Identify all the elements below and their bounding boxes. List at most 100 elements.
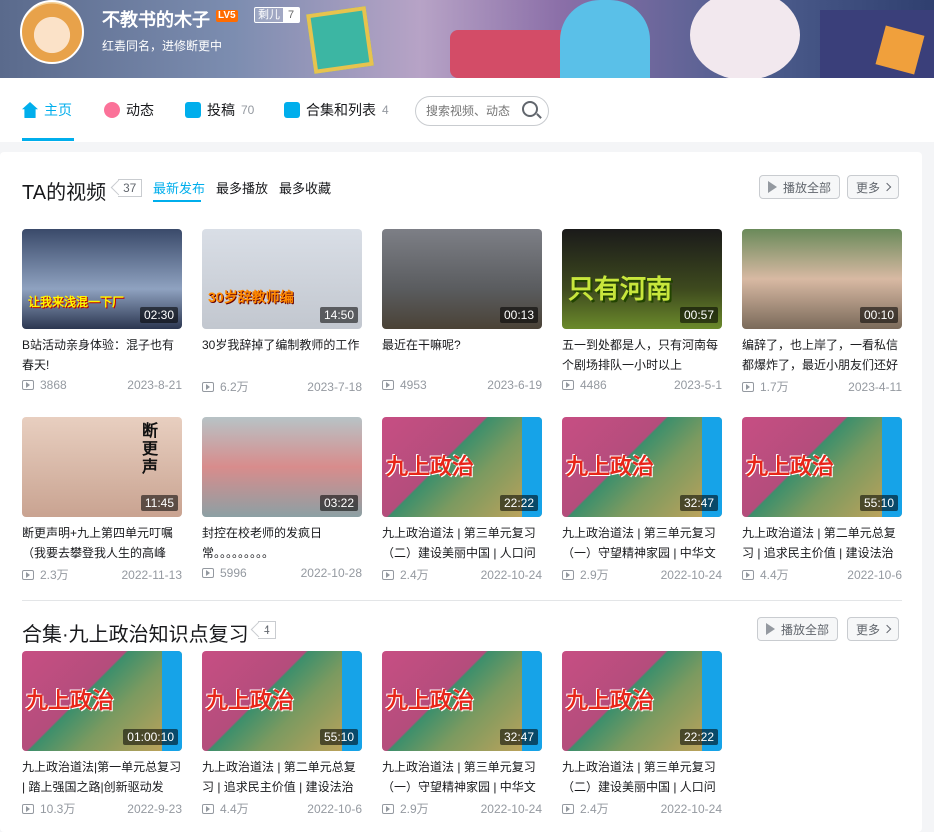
thumbnail-caption: 断更声 — [142, 423, 159, 476]
video-title[interactable]: 五一到处都是人，只有河南每个剧场排队一小时以上 — [562, 335, 722, 375]
collection-play-all-button[interactable]: 播放全部 — [757, 617, 839, 641]
avatar[interactable] — [20, 0, 84, 64]
video-thumbnail[interactable]: 九上政治 01:00:10 — [22, 651, 182, 751]
video-title[interactable]: 九上政治道法 | 第三单元复习（二）建设美丽中国 | 人口问 — [382, 523, 542, 563]
fans-medal[interactable]: 剩儿 7 — [254, 7, 301, 23]
video-title[interactable]: B站活动亲身体验：混子也有春天! — [22, 335, 182, 375]
tab-uploads[interactable]: 投稿 70 — [185, 99, 254, 121]
video-duration: 00:57 — [679, 307, 718, 323]
play-count-icon — [22, 380, 34, 390]
video-title[interactable]: 九上政治道法 | 第三单元复习（一）守望精神家园 | 中华文 — [562, 523, 722, 563]
more-label: 更多 — [856, 180, 881, 195]
video-thumbnail[interactable]: 00:10 — [742, 229, 902, 329]
play-count: 6.2万 — [220, 380, 249, 394]
video-title[interactable]: 编辞了，也上岸了，一看私信都爆炸了，最近小朋友们还好 — [742, 335, 902, 375]
thumbnail-caption: 九上政治 — [566, 688, 655, 713]
dynamics-icon — [104, 102, 120, 118]
video-duration: 03:22 — [319, 495, 358, 511]
video-duration: 00:10 — [859, 307, 898, 323]
video-thumbnail[interactable]: 断更声 11:45 — [22, 417, 182, 517]
video-title[interactable]: 封控在校老师的发疯日常。。。。。。。。。 — [202, 523, 362, 563]
search-icon[interactable] — [522, 101, 538, 117]
video-duration: 32:47 — [679, 495, 718, 511]
video-title[interactable]: 九上政治道法 | 第三单元复习（一）守望精神家园 | 中华文 — [382, 757, 542, 797]
upload-date: 2022-10-28 — [300, 566, 362, 580]
tab-dynamics[interactable]: 动态 — [104, 99, 154, 121]
collection-icon — [284, 102, 300, 118]
tab-uploads-label: 投稿 — [207, 102, 235, 118]
play-count: 2.3万 — [40, 568, 69, 582]
play-count: 4953 — [400, 378, 427, 392]
video-title[interactable]: 最近在干嘛呢? — [382, 335, 542, 375]
section-divider — [22, 600, 902, 601]
video-thumbnail[interactable]: 只有河南 00:57 — [562, 229, 722, 329]
tab-home[interactable]: 主页 — [22, 99, 72, 121]
play-count-icon — [562, 803, 574, 814]
video-meta: 6.2万 2023-7-18 — [202, 378, 362, 395]
video-meta: 2.4万 2022-10-24 — [382, 566, 542, 583]
upload-date: 2022-10-24 — [480, 801, 542, 816]
video-thumbnail[interactable]: 九上政治 55:10 — [742, 417, 902, 517]
collection-play-all-label: 播放全部 — [781, 622, 830, 637]
play-count-icon — [22, 803, 34, 814]
video-meta: 4.4万 2022-10-6 — [202, 800, 362, 817]
upload-date: 2022-9-23 — [127, 801, 182, 816]
video-title[interactable]: 断更声明+九上第四单元叮嘱（我要去攀登我人生的高峰 — [22, 523, 182, 563]
play-count: 10.3万 — [40, 802, 76, 816]
play-count-icon — [562, 380, 574, 390]
video-thumbnail[interactable]: 九上政治 22:22 — [562, 651, 722, 751]
thumbnail-caption: 九上政治 — [26, 688, 115, 713]
video-title[interactable]: 30岁我辞掉了编制教师的工作 — [202, 335, 362, 375]
thumbnail-caption: 九上政治 — [746, 454, 835, 479]
tab-dynamics-label: 动态 — [126, 102, 154, 118]
tab-collections[interactable]: 合集和列表 4 — [284, 99, 389, 121]
video-title[interactable]: 九上政治道法 | 第三单元复习（二）建设美丽中国 | 人口问 — [562, 757, 722, 797]
video-thumbnail[interactable]: 30岁辞教师编 14:50 — [202, 229, 362, 329]
play-count-icon — [382, 380, 394, 390]
tab-collections-count: 4 — [382, 103, 389, 117]
upload-date: 2023-6-19 — [487, 378, 542, 392]
video-meta: 4.4万 2022-10-6 — [742, 566, 902, 583]
video-duration: 14:50 — [319, 307, 358, 323]
collection-more-button[interactable]: 更多 — [847, 617, 900, 641]
thumbnail-caption: 九上政治 — [206, 688, 295, 713]
tab-most-played[interactable]: 最多播放 — [216, 178, 268, 197]
video-title[interactable]: 九上政治道法 | 第二单元总复习 | 追求民主价值 | 建设法治 — [742, 523, 902, 563]
upload-date: 2022-11-13 — [121, 567, 183, 582]
videos-section-title: TA的视频 — [22, 182, 107, 204]
play-all-button[interactable]: 播放全部 — [759, 175, 841, 199]
upload-date: 2022-10-24 — [660, 567, 722, 582]
video-thumbnail[interactable]: 03:22 — [202, 417, 362, 517]
video-title[interactable]: 九上政治道法 | 第二单元总复习 | 追求民主价值 | 建设法治 — [202, 757, 362, 797]
video-thumbnail[interactable]: 00:13 — [382, 229, 542, 329]
more-button[interactable]: 更多 — [847, 175, 900, 199]
video-thumbnail[interactable]: 让我来浅混一下厂 02:30 — [22, 229, 182, 329]
collection-section-title: 合集·九上政治知识点复习 — [22, 624, 249, 646]
banner-bunny-decoration — [690, 0, 800, 78]
fans-medal-level: 7 — [283, 8, 300, 22]
username[interactable]: 不教书的木子 — [102, 6, 210, 32]
video-duration: 22:22 — [679, 729, 718, 745]
upload-date: 2022-10-24 — [660, 801, 722, 816]
chevron-right-icon — [882, 182, 892, 192]
fans-medal-name: 剩儿 — [255, 8, 283, 22]
level-badge: LV5 — [216, 10, 238, 22]
play-count: 2.4万 — [580, 802, 609, 816]
banner-decoration — [450, 30, 570, 78]
play-count-icon — [202, 803, 214, 814]
video-meta: 3868 2023-8-21 — [22, 378, 182, 392]
video-thumbnail[interactable]: 九上政治 55:10 — [202, 651, 362, 751]
thumbnail-caption: 九上政治 — [386, 688, 475, 713]
signature: 红砉同名，进修断更中 — [102, 39, 223, 53]
tab-most-favorited[interactable]: 最多收藏 — [279, 178, 331, 197]
video-thumbnail[interactable]: 九上政治 22:22 — [382, 417, 542, 517]
video-thumbnail[interactable]: 九上政治 32:47 — [562, 417, 722, 517]
play-count: 4.4万 — [220, 802, 249, 816]
video-meta: 1.7万 2023-4-11 — [742, 378, 902, 395]
play-count-icon — [742, 569, 754, 580]
play-count: 2.4万 — [400, 568, 429, 582]
video-thumbnail[interactable]: 九上政治 32:47 — [382, 651, 542, 751]
video-title[interactable]: 九上政治道法|第一单元总复习 | 踏上强国之路|创新驱动发 — [22, 757, 182, 797]
tab-latest[interactable]: 最新发布 — [153, 178, 205, 197]
video-duration: 55:10 — [319, 729, 358, 745]
